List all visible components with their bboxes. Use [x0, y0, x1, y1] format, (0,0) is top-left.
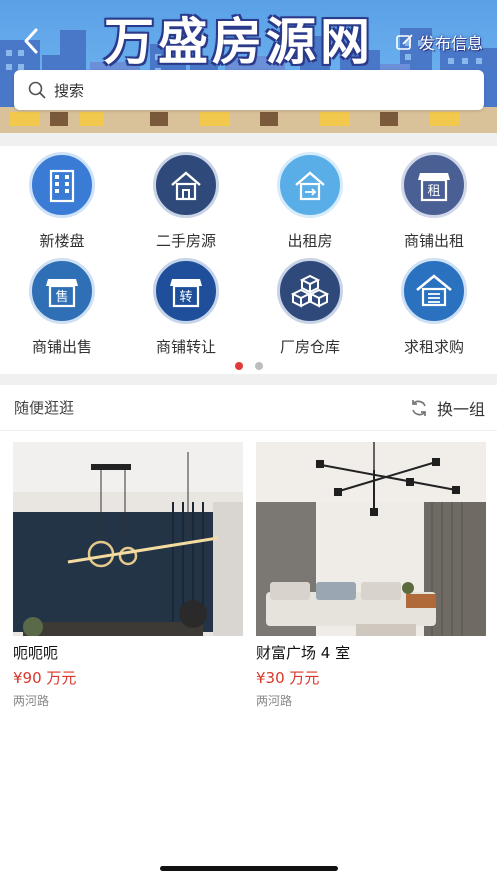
home-indicator[interactable] — [160, 866, 338, 871]
category-label: 出租房 — [287, 232, 333, 250]
category-shop-sale[interactable]: 售 商铺出售 — [0, 254, 124, 359]
listing-card[interactable]: 财富广场 4 室 ¥30 万元 两河路 — [256, 442, 486, 709]
listing-photo — [13, 442, 243, 636]
search-placeholder: 搜索 — [54, 81, 85, 100]
request-icon — [401, 258, 467, 324]
rent-house-icon — [277, 152, 343, 218]
divider — [0, 133, 497, 146]
category-rental[interactable]: 出租房 — [248, 148, 372, 253]
shop-sale-icon: 售 — [29, 258, 95, 324]
shop-transfer-icon: 转 — [153, 258, 219, 324]
shop-rent-icon: 租 — [401, 152, 467, 218]
listing-address: 两河路 — [13, 694, 50, 708]
category-label: 商铺转让 — [155, 338, 216, 356]
category-label: 新楼盘 — [39, 232, 85, 250]
refresh-button[interactable]: 换一组 — [409, 396, 485, 420]
listing-name: 财富广场 4 室 — [256, 644, 351, 662]
listing-card[interactable]: 呃呃呃 ¥90 万元 两河路 — [13, 442, 243, 709]
house-icon — [153, 152, 219, 218]
category-shop-rent[interactable]: 租 商铺出租 — [372, 148, 496, 253]
svg-text:售: 售 — [55, 289, 68, 305]
listing-address: 两河路 — [256, 694, 293, 708]
pager-dot[interactable] — [254, 362, 263, 370]
browse-section-header: 随便逛逛 换一组 — [0, 385, 497, 431]
brand-title: 万盛房源网 — [104, 13, 374, 71]
pager-dot-active[interactable] — [234, 362, 243, 370]
svg-text:租: 租 — [427, 184, 440, 199]
search-icon — [28, 81, 46, 99]
refresh-label: 换一组 — [436, 399, 485, 419]
category-new-homes[interactable]: 新楼盘 — [0, 148, 124, 253]
back-button[interactable] — [14, 24, 48, 58]
search-input[interactable]: 搜索 — [14, 70, 484, 110]
divider — [0, 374, 497, 385]
chevron-left-icon — [24, 28, 38, 54]
category-label: 商铺出租 — [403, 232, 464, 250]
publish-button[interactable]: 发布信息 — [395, 30, 483, 54]
carousel-pager — [0, 362, 497, 370]
category-shop-transfer[interactable]: 转 商铺转让 — [124, 254, 248, 359]
category-second-hand[interactable]: 二手房源 — [124, 148, 248, 253]
category-grid: 新楼盘 二手房源 出租房 租 商铺出租 售 商铺出售 转 商铺转让 厂房仓库 求… — [0, 148, 497, 358]
listing-price: ¥90 万元 — [13, 669, 77, 687]
publish-label: 发布信息 — [418, 34, 483, 53]
category-warehouse[interactable]: 厂房仓库 — [248, 254, 372, 359]
category-label: 厂房仓库 — [279, 338, 340, 356]
building-icon — [29, 152, 95, 218]
warehouse-icon — [277, 258, 343, 324]
refresh-icon — [412, 399, 426, 416]
section-title: 随便逛逛 — [14, 399, 75, 417]
category-label: 求租求购 — [403, 338, 464, 356]
category-label: 商铺出售 — [31, 338, 92, 356]
svg-text:转: 转 — [179, 290, 192, 305]
category-label: 二手房源 — [155, 232, 216, 250]
listing-name: 呃呃呃 — [13, 644, 59, 662]
header-banner: 万盛房源网 发布信息 搜索 — [0, 0, 497, 133]
edit-icon — [396, 34, 413, 50]
listing-price: ¥30 万元 — [256, 669, 320, 687]
listing-photo — [256, 442, 486, 636]
category-request[interactable]: 求租求购 — [372, 254, 496, 359]
